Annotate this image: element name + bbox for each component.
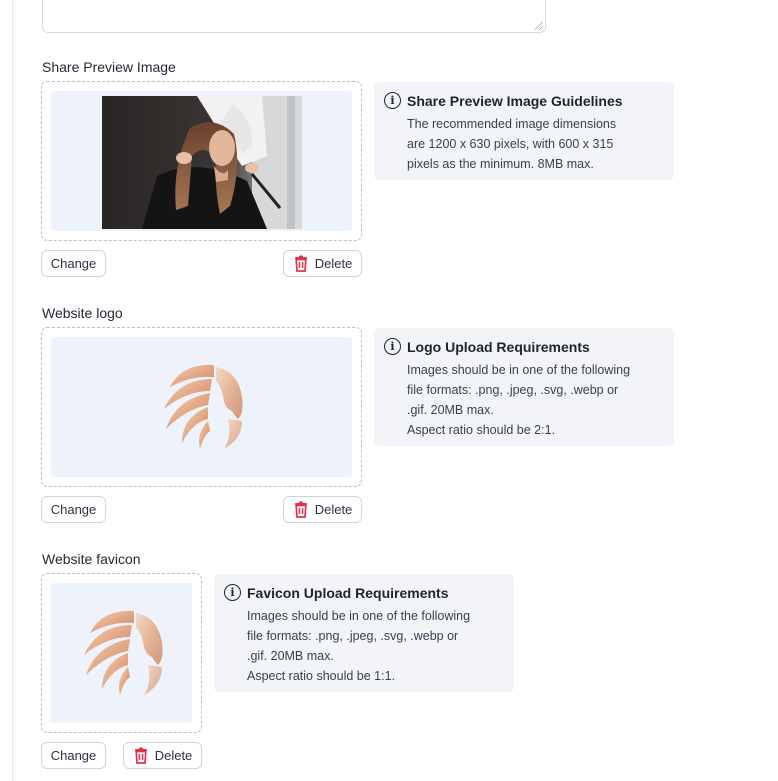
woman-profile-favicon-icon	[83, 610, 162, 695]
share-preview-change-button[interactable]: Change	[41, 250, 106, 277]
share-preview-guidelines-card: i Share Preview Image Guidelines The rec…	[374, 82, 674, 180]
resize-grip-icon[interactable]	[535, 22, 543, 30]
info-body: Images should be in one of the following…	[247, 606, 502, 686]
share-preview-label: Share Preview Image	[42, 59, 176, 75]
website-logo-image-area	[51, 337, 352, 477]
info-circle-icon: i	[384, 338, 401, 355]
website-logo-delete-button[interactable]: Delete	[283, 496, 362, 523]
info-line: Aspect ratio should be 2:1.	[407, 423, 556, 437]
website-favicon-label: Website favicon	[42, 551, 141, 567]
info-title: Logo Upload Requirements	[407, 338, 590, 355]
favicon-image	[51, 583, 192, 723]
info-title: Favicon Upload Requirements	[247, 584, 449, 601]
change-button-label: Change	[50, 748, 97, 763]
favicon-requirements-card: i Favicon Upload Requirements Images sho…	[214, 574, 514, 692]
change-button-label: Change	[50, 502, 97, 517]
info-line: .gif. 20MB max.	[247, 649, 334, 663]
website-favicon-image-area	[51, 583, 192, 723]
website-favicon-change-button[interactable]: Change	[41, 742, 106, 769]
info-line: file formats: .png, .jpeg, .svg, .webp o…	[407, 383, 619, 397]
info-circle-icon: i	[384, 92, 401, 109]
share-preview-dropzone[interactable]	[41, 81, 362, 241]
info-title: Share Preview Image Guidelines	[407, 92, 623, 109]
trash-icon	[294, 501, 307, 518]
logo-image	[51, 337, 352, 477]
website-logo-dropzone[interactable]	[41, 327, 362, 487]
share-preview-photo	[102, 96, 302, 229]
website-favicon-dropzone[interactable]	[41, 573, 202, 733]
info-line: Aspect ratio should be 1:1.	[247, 669, 396, 683]
delete-button-label: Delete	[314, 256, 353, 271]
share-preview-image-area	[51, 91, 352, 231]
website-logo-change-button[interactable]: Change	[41, 496, 106, 523]
info-line: are 1200 x 630 pixels, with 600 x 315	[407, 137, 614, 151]
delete-button-label: Delete	[154, 748, 193, 763]
change-button-label: Change	[50, 256, 97, 271]
info-body: The recommended image dimensions are 120…	[407, 114, 662, 174]
left-divider	[12, 0, 13, 781]
info-line: pixels as the minimum. 8MB max.	[407, 157, 594, 171]
trash-icon	[294, 255, 307, 272]
info-body: Images should be in one of the following…	[407, 360, 662, 440]
info-line: Images should be in one of the following	[247, 609, 471, 623]
info-line: Images should be in one of the following	[407, 363, 631, 377]
info-line: The recommended image dimensions	[407, 117, 617, 131]
info-line: .gif. 20MB max.	[407, 403, 494, 417]
trash-icon	[134, 747, 147, 764]
description-textarea[interactable]	[42, 0, 546, 33]
info-line: file formats: .png, .jpeg, .svg, .webp o…	[247, 629, 459, 643]
share-preview-delete-button[interactable]: Delete	[283, 250, 362, 277]
info-circle-icon: i	[224, 584, 241, 601]
delete-button-label: Delete	[314, 502, 353, 517]
logo-requirements-card: i Logo Upload Requirements Images should…	[374, 328, 674, 446]
woman-profile-logo-icon	[163, 364, 242, 449]
website-favicon-delete-button[interactable]: Delete	[123, 742, 202, 769]
website-logo-label: Website logo	[42, 305, 123, 321]
